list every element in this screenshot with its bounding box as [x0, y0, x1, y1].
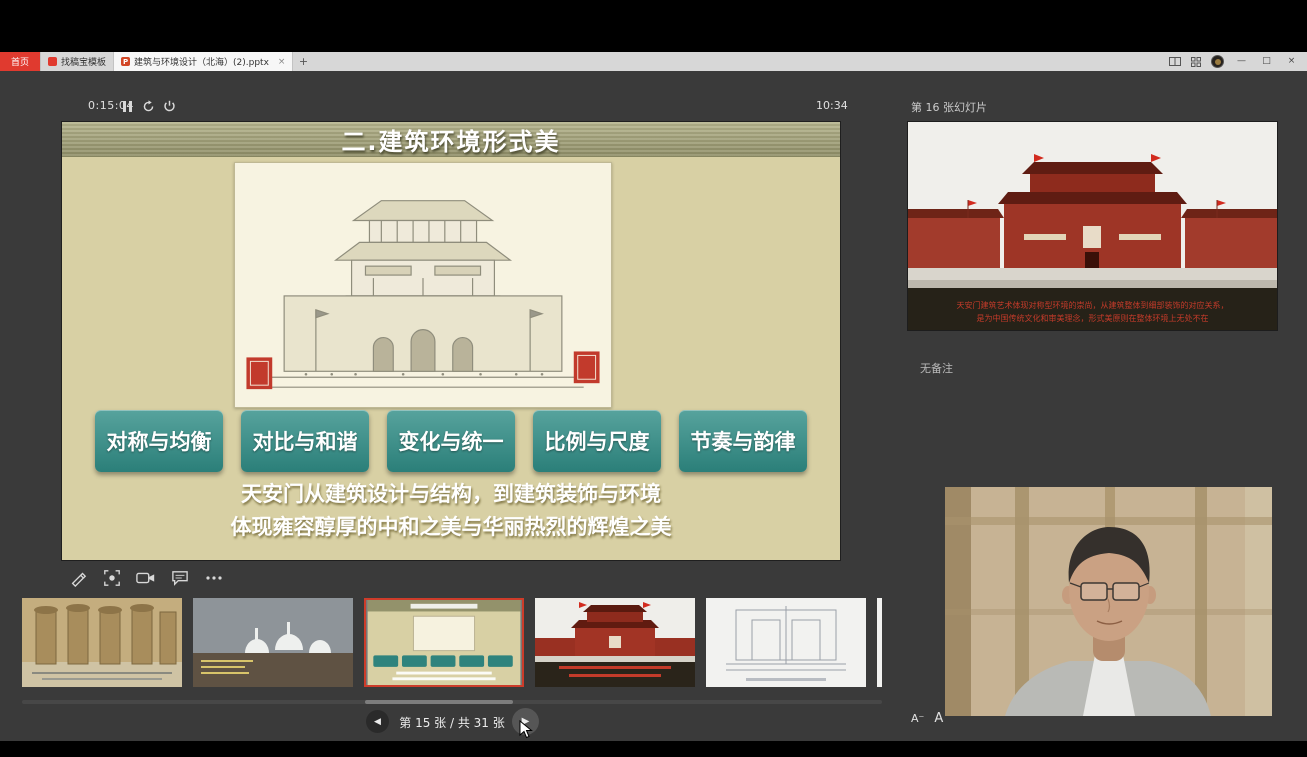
- slide-caption: 天安门从建筑设计与结构，到建筑装饰与环境 体现雍容醇厚的中和之美与华丽热烈的辉煌…: [62, 478, 840, 544]
- principle-button-proportion: 比例与尺度: [533, 410, 661, 472]
- slide-thumbnail-1[interactable]: [22, 598, 182, 687]
- principle-button-contrast: 对比与和谐: [241, 410, 369, 472]
- principle-button-rhythm: 节奏与韵律: [679, 410, 807, 472]
- powerpoint-icon: P: [121, 57, 130, 66]
- principle-button-unity: 变化与统一: [387, 410, 515, 472]
- window-controls: — □ ×: [1169, 52, 1307, 71]
- thumbnail-scrollbar-thumb[interactable]: [365, 700, 513, 704]
- screen: 首页 找稿宝模板 P 建筑与环境设计（北海）(2).pptx × +: [0, 0, 1307, 757]
- slide-thumbnail-4[interactable]: [535, 598, 695, 687]
- new-tab-button[interactable]: +: [293, 52, 313, 71]
- grid-view-icon[interactable]: [1191, 57, 1201, 67]
- speaker-notes: 无备注: [920, 360, 953, 376]
- next-slide-caption-line2: 是为中国传统文化和审美理念，形式美原则在整体环境上无处不在: [908, 312, 1277, 325]
- template-app-icon: [48, 57, 57, 66]
- restart-icon[interactable]: [141, 99, 155, 113]
- slide-thumbnail-strip: [22, 598, 882, 689]
- slide-position-label: 第 15 张 / 共 31 张: [394, 714, 510, 731]
- next-slide-preview: 天安门建筑艺术体现对称型环境的崇尚，从建筑整体到细部装饰的对应关系， 是为中国传…: [908, 122, 1277, 330]
- tab-close-icon[interactable]: ×: [278, 57, 286, 67]
- mouse-cursor: [519, 720, 533, 744]
- comment-icon[interactable]: [168, 566, 191, 589]
- slide-title: 二.建筑环境形式美: [62, 122, 840, 157]
- principle-buttons-row: 对称与均衡 对比与和谐 变化与统一 比例与尺度 节奏与韵律: [62, 410, 840, 472]
- font-larger-button[interactable]: A: [934, 711, 943, 726]
- presenter-webcam-feed: [945, 487, 1272, 716]
- tab-template-label: 找稿宝模板: [61, 55, 106, 68]
- slide-thumbnail-5[interactable]: [706, 598, 866, 687]
- tab-template[interactable]: 找稿宝模板: [41, 52, 114, 71]
- browser-tab-bar: 首页 找稿宝模板 P 建筑与环境设计（北海）(2).pptx × +: [0, 52, 1307, 71]
- notes-font-controls: A⁻ A: [911, 711, 943, 726]
- laser-pointer-icon[interactable]: [100, 566, 123, 589]
- slide-thumbnail-2[interactable]: [193, 598, 353, 687]
- next-slide-caption: 天安门建筑艺术体现对称型环境的崇尚，从建筑整体到细部装饰的对应关系， 是为中国传…: [908, 299, 1277, 325]
- slide-caption-line2: 体现雍容醇厚的中和之美与华丽热烈的辉煌之美: [62, 511, 840, 544]
- close-button[interactable]: ×: [1284, 52, 1299, 71]
- split-view-icon[interactable]: [1169, 57, 1181, 66]
- annotation-toolbar: [66, 566, 225, 589]
- camera-icon[interactable]: [134, 566, 157, 589]
- next-slide-header: 第 16 张幻灯片: [911, 99, 987, 115]
- current-slide: 二.建筑环境形式美: [62, 122, 840, 560]
- previous-slide-button[interactable]: ◀: [366, 710, 389, 733]
- font-smaller-button[interactable]: A⁻: [911, 712, 924, 725]
- pen-icon[interactable]: [66, 566, 89, 589]
- slide-caption-line1: 天安门从建筑设计与结构，到建筑装饰与环境: [62, 478, 840, 511]
- next-slide-caption-line1: 天安门建筑艺术体现对称型环境的崇尚，从建筑整体到细部装饰的对应关系，: [908, 299, 1277, 312]
- tab-presentation[interactable]: P 建筑与环境设计（北海）(2).pptx ×: [114, 52, 293, 71]
- principle-button-symmetry: 对称与均衡: [95, 410, 223, 472]
- power-icon[interactable]: [162, 99, 176, 113]
- slide-thumbnail-3-active[interactable]: [364, 598, 524, 687]
- slide-thumbnail-6[interactable]: [877, 598, 882, 687]
- restore-button[interactable]: □: [1259, 52, 1274, 71]
- tiananmen-engraving-image: [234, 162, 612, 408]
- user-avatar[interactable]: [1211, 55, 1224, 68]
- prev-icon: ◀: [374, 717, 381, 727]
- minimize-button[interactable]: —: [1234, 52, 1249, 71]
- tab-presentation-label: 建筑与环境设计（北海）(2).pptx: [134, 55, 269, 68]
- tab-home-label: 首页: [11, 55, 29, 68]
- thumbnail-scrollbar-track[interactable]: [22, 700, 882, 704]
- pause-icon[interactable]: [120, 99, 134, 113]
- clock: 10:34: [816, 99, 848, 112]
- tab-home[interactable]: 首页: [0, 52, 41, 71]
- more-options-icon[interactable]: [202, 566, 225, 589]
